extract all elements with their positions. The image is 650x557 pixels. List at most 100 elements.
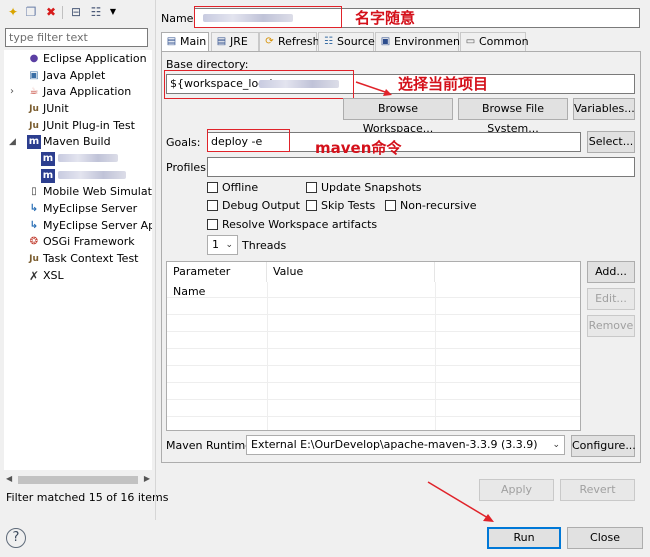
table-row[interactable] — [167, 316, 580, 332]
tab-common[interactable]: ▭ Common — [460, 32, 529, 51]
non-recursive-checkbox[interactable] — [385, 200, 396, 211]
java-application-icon: ☕ — [29, 86, 39, 97]
profiles-label: Profiles: — [166, 161, 210, 174]
filter-input[interactable] — [5, 28, 148, 47]
goals-label: Goals: — [166, 136, 201, 149]
maven-runtime-select[interactable]: External E:\OurDevelop\apache-maven-3.3.… — [246, 435, 565, 455]
add-parameter-button[interactable]: Add... — [587, 261, 635, 283]
table-row[interactable] — [167, 384, 580, 400]
configure-button[interactable]: Configure... — [571, 435, 636, 457]
revert-button[interactable]: Revert — [560, 479, 635, 501]
tree-horizontal-scrollbar[interactable]: ◀ ▶ — [4, 474, 152, 486]
tree-item-mobile-web-simulator[interactable]: ▯ Mobile Web Simulato — [4, 184, 152, 200]
browse-file-system-button[interactable]: Browse File System... — [458, 98, 568, 135]
run-button[interactable]: Run — [487, 527, 561, 549]
debug-output-checkbox[interactable] — [207, 200, 218, 211]
resolve-workspace-checkbox[interactable] — [207, 219, 218, 230]
table-row[interactable] — [167, 350, 580, 366]
column-header-parameter-name[interactable]: Parameter Name — [167, 262, 267, 298]
expand-chevron-icon[interactable]: › — [10, 84, 14, 100]
name-annotation: 名字随意 — [355, 9, 416, 27]
task-context-icon: Ju — [29, 254, 39, 264]
run-arrow — [427, 481, 494, 522]
skip-tests-checkbox[interactable] — [306, 200, 317, 211]
threads-label: Threads — [242, 239, 287, 252]
delete-config-icon[interactable]: ✖ — [43, 4, 59, 20]
close-button[interactable]: Close — [567, 527, 643, 549]
redacted-name — [203, 14, 293, 22]
tree-item-maven-build[interactable]: ◢ m Maven Build — [4, 134, 150, 150]
name-label: Name: — [161, 12, 198, 25]
config-type-tree: ● Eclipse Application ▣ Java Applet › ☕ … — [4, 50, 152, 470]
profiles-field[interactable] — [207, 157, 635, 177]
jre-tab-icon: ▤ — [216, 36, 227, 47]
tab-source[interactable]: ☷ Source — [318, 32, 375, 51]
tree-item-eclipse-application[interactable]: ● Eclipse Application — [4, 51, 150, 67]
help-icon[interactable]: ? — [6, 528, 26, 548]
table-row[interactable] — [167, 282, 580, 298]
tree-item-maven-config-1[interactable]: m — [4, 151, 150, 167]
tree-item-junit-plugin-test[interactable]: Ju JUnit Plug-in Test — [4, 118, 150, 134]
view-menu-icon[interactable]: ▼ — [105, 4, 121, 20]
refresh-tab-icon: ⟳ — [265, 36, 274, 47]
offline-checkbox[interactable] — [207, 182, 218, 193]
tab-jre[interactable]: ▤ JRE — [211, 32, 259, 51]
threads-select[interactable]: 1 ⌄ — [207, 235, 238, 255]
osgi-icon: ❂ — [29, 236, 39, 247]
base-directory-annotation: 选择当前项目 — [398, 75, 489, 93]
duplicate-config-icon[interactable]: ❐ — [23, 4, 39, 20]
eclipse-icon: ● — [29, 53, 39, 64]
parameters-table[interactable]: Parameter Name Value — [166, 261, 581, 431]
resolve-workspace-label: Resolve Workspace artifacts — [222, 218, 378, 231]
scroll-right-icon[interactable]: ▶ — [144, 474, 150, 483]
xsl-icon: ✗ — [28, 269, 40, 283]
new-config-icon[interactable]: ✦ — [5, 4, 21, 20]
chevron-down-icon: ⌄ — [225, 240, 233, 250]
tree-item-junit[interactable]: Ju JUnit — [4, 101, 150, 117]
table-row[interactable] — [167, 333, 580, 349]
mobile-web-icon: ▯ — [31, 186, 37, 197]
collapse-all-icon[interactable]: ⊟ — [68, 4, 84, 20]
tree-item-myeclipse-server-app[interactable]: ↳ MyEclipse Server App — [4, 218, 152, 234]
update-snapshots-checkbox[interactable] — [306, 182, 317, 193]
update-snapshots-label: Update Snapshots — [321, 181, 422, 194]
tree-item-myeclipse-server[interactable]: ↳ MyEclipse Server — [4, 201, 150, 217]
goals-select-button[interactable]: Select... — [587, 131, 635, 153]
table-row[interactable] — [167, 401, 580, 417]
scroll-thumb[interactable] — [18, 476, 138, 484]
skip-tests-label: Skip Tests — [321, 199, 376, 212]
filter-status: Filter matched 15 of 16 items — [6, 491, 169, 504]
tree-item-java-application[interactable]: › ☕ Java Application — [4, 84, 150, 100]
launch-config-toolbar: ✦ ❐ ✖ ⊟ ☷ ▼ — [2, 4, 150, 24]
junit-plugin-icon: Ju — [29, 121, 39, 131]
tree-item-maven-config-2[interactable]: m — [4, 168, 150, 184]
environment-tab-icon: ▣ — [380, 36, 391, 47]
table-row[interactable] — [167, 299, 580, 315]
table-row[interactable] — [167, 367, 580, 383]
variables-button[interactable]: Variables... — [573, 98, 635, 120]
chevron-down-icon: ⌄ — [552, 440, 560, 450]
tab-refresh[interactable]: ⟳ Refresh — [259, 32, 320, 51]
edit-parameter-button[interactable]: Edit... — [587, 288, 635, 310]
tree-item-osgi-framework[interactable]: ❂ OSGi Framework — [4, 234, 150, 250]
redacted-path — [259, 80, 339, 88]
maven-config-icon: m — [41, 169, 55, 183]
tab-main[interactable]: ▤ Main — [161, 32, 209, 52]
tree-item-java-applet[interactable]: ▣ Java Applet — [4, 68, 150, 84]
remove-parameter-button[interactable]: Remove — [587, 315, 635, 337]
tree-item-task-context-test[interactable]: Ju Task Context Test — [4, 251, 150, 267]
column-header-value[interactable]: Value — [267, 262, 435, 282]
name-field[interactable] — [194, 8, 640, 28]
filter-icon[interactable]: ☷ — [88, 4, 104, 20]
pane-divider[interactable] — [155, 0, 156, 520]
myeclipse-server-icon: ↳ — [29, 203, 39, 214]
browse-workspace-button[interactable]: Browse Workspace... — [343, 98, 453, 135]
scroll-left-icon[interactable]: ◀ — [6, 474, 12, 483]
tab-environment[interactable]: ▣ Environment — [375, 32, 464, 51]
collapse-chevron-icon[interactable]: ◢ — [9, 134, 16, 150]
junit-icon: Ju — [29, 104, 39, 114]
tree-item-xsl[interactable]: ✗ XSL — [4, 268, 150, 284]
maven-config-icon: m — [41, 152, 55, 166]
myeclipse-server-app-icon: ↳ — [29, 220, 39, 231]
offline-label: Offline — [222, 181, 259, 194]
